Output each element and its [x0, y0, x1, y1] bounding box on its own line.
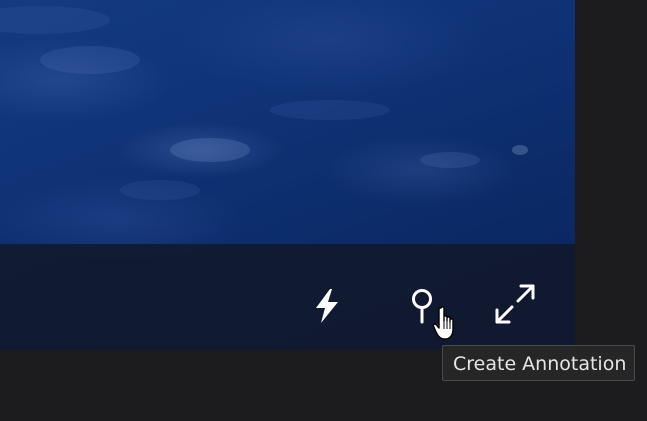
expand-arrows-icon — [495, 284, 535, 324]
video-player[interactable] — [0, 0, 575, 350]
fullscreen-button[interactable] — [493, 282, 537, 326]
map-pin-icon — [412, 289, 432, 324]
tooltip-create-annotation: Create Annotation — [442, 345, 636, 381]
app-window: Create Annotation — [0, 0, 647, 421]
player-control-bar — [0, 244, 575, 350]
lightning-bolt-icon — [316, 289, 338, 323]
create-annotation-button[interactable] — [400, 284, 444, 328]
flash-button[interactable] — [305, 284, 349, 328]
